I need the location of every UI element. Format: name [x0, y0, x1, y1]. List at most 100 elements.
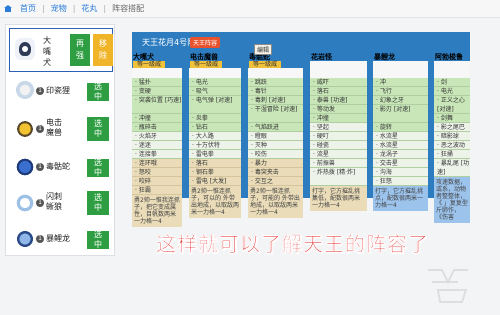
- move-item: · 火焰牙: [132, 132, 182, 141]
- move-item: · 幻象之牙: [373, 96, 428, 105]
- move-item: · 炸热拨 [精·炸]: [310, 168, 367, 186]
- pokemon-number-badge: 1: [36, 199, 44, 207]
- select-button[interactable]: 选中: [87, 158, 109, 177]
- team-builder-panel: 大嘴犬 再强 移除 1 印瓷狸 选中 1 电击魔兽 选中 1 毒骷蛇 选中 1 …: [5, 24, 115, 256]
- pokemon-sprite-icon: [15, 119, 35, 139]
- select-button[interactable]: 选中: [87, 191, 109, 215]
- move-item: · 冲: [373, 78, 428, 87]
- pokemon-list-item: 1 暴鲤龙 选中: [9, 221, 113, 259]
- member-note: 勇2帅一惟我连抓子，把它变成属性，目帆数两米一力格一4: [132, 195, 182, 227]
- pokemon-name: 电击魔兽: [46, 118, 62, 137]
- move-item: · 水流星: [373, 132, 428, 141]
- edit-tooltip: 编辑: [254, 44, 273, 55]
- move-item: · 坚起: [310, 123, 367, 132]
- move-item: · 大人路: [189, 132, 241, 141]
- move-item: · 咬碎: [132, 177, 182, 186]
- team-member-column: 阿勃梭鲁 · 剑 · 电光 · 正义之心 [对速] · 剑舞 · 影之尾巴 · …: [434, 53, 470, 223]
- move-item: · 干湿冒险 [对速]: [248, 105, 303, 123]
- move-item: · 气焰跃进: [248, 123, 303, 132]
- move-item: · 影之尾巴: [434, 123, 470, 132]
- team-member-column: 电击魔兽 等一级威 · 电光 · 吸气 · 电气弹 [对速] · 炎拳 · 钻石…: [189, 53, 241, 218]
- member-level-badge: 等一级威: [249, 61, 282, 68]
- member-name: 毒骷蛇: [249, 53, 270, 61]
- move-item: · 瓶碎击: [132, 123, 182, 132]
- member-note: 勇2帅一惟连抓子，可以的 外带出地成，以取敌两米一力格一4: [189, 186, 241, 218]
- pokemon-name: 暴鲤龙: [46, 234, 70, 243]
- pokemon-name: 印瓷狸: [46, 86, 70, 95]
- move-item: · 冲撞: [132, 114, 182, 123]
- member-note: 打字，它方摧乱挑点，配数很两米一力格一4: [373, 186, 428, 211]
- move-item: · 猛扑: [132, 78, 182, 87]
- pokemon-list-item: 1 电击魔兽 选中: [9, 111, 113, 149]
- member-note: 勇2帅一惟连抓子，可能的 外带出地成，以取敌两米一力格一4: [248, 186, 303, 218]
- move-item: · 飞行: [373, 87, 428, 96]
- member-name: 电击魔兽: [190, 53, 218, 61]
- move-item: · 钻石: [189, 123, 241, 132]
- remove-button[interactable]: 移除: [93, 34, 113, 66]
- move-item: · 毒突夹击: [248, 168, 303, 177]
- breadcrumb-home[interactable]: 首页: [20, 3, 36, 14]
- move-item: · 流星: [310, 150, 367, 159]
- breadcrumb-huawan[interactable]: 花丸: [81, 3, 97, 14]
- move-item: · 前振兽: [310, 159, 367, 168]
- move-item: · 十万伏特: [189, 141, 241, 150]
- move-item: · 剑: [434, 78, 470, 87]
- move-item: · 电光: [189, 78, 241, 87]
- move-item: · 迷迷: [132, 141, 182, 150]
- move-item: · 冲撞: [310, 114, 367, 123]
- stats-bar: [132, 68, 182, 78]
- pokemon-number-badge: 1: [36, 163, 44, 171]
- team-tag-badge: 天王阵容: [190, 37, 221, 48]
- pokemon-number-badge: 1: [36, 125, 44, 133]
- select-button[interactable]: 选中: [87, 117, 109, 141]
- pokemon-list-item: 1 闪刺蜥狼 选中: [9, 185, 113, 223]
- move-item: · 连环哦: [132, 159, 182, 168]
- team-member-column: 花岩怪 · 威吓 · 落石 · 泰兽 [功速] · 等动发 · 冲撞 · 坚起 …: [310, 54, 367, 211]
- member-level-badge: 等一级威: [190, 61, 223, 68]
- home-icon[interactable]: [4, 5, 12, 12]
- strengthen-button[interactable]: 再强: [70, 34, 90, 66]
- move-item: · 跳跃: [248, 78, 303, 87]
- pokemon-sprite-icon: [15, 81, 35, 101]
- member-name: 阿勃梭鲁: [435, 53, 463, 61]
- breadcrumb: 首页 | 宠物 | 花丸 | 阵容搭配: [0, 0, 500, 18]
- move-item: · 怒咬: [132, 168, 182, 177]
- move-item: · 旋转: [373, 123, 428, 132]
- selected-pokemon-card: 大嘴犬 再强 移除: [9, 28, 113, 72]
- move-item: · 暗影球: [434, 132, 470, 141]
- pokemon-number-badge: 1: [36, 235, 44, 243]
- breadcrumb-current: 阵容搭配: [112, 4, 145, 13]
- team-member-column: 毒骷蛇 等一级威 · 跳跃 · 毒针 · 毒刺 [对速] · 干湿冒险 [对速]…: [248, 53, 303, 218]
- breadcrumb-pets[interactable]: 宠物: [51, 3, 67, 14]
- move-item: · 瞪眼: [248, 132, 303, 141]
- move-item: · 水流星: [373, 141, 428, 150]
- member-name: 大嘴犬: [133, 53, 154, 61]
- move-item: · 碰瓷: [310, 141, 367, 150]
- team-member-column: 大嘴犬 等一级威 · 猛扑 · 变硬 · 突袭位置 [巧速] · 冲撞 · 瓶碎…: [132, 53, 182, 227]
- breadcrumb-separator: |: [103, 4, 107, 13]
- pokemon-number-badge: 1: [36, 87, 44, 95]
- member-name: 暴鲤龙: [374, 53, 395, 61]
- move-item: · 暴力: [248, 159, 303, 168]
- pokemon-sprite-icon: [15, 229, 35, 249]
- move-item: · 落石: [189, 159, 241, 168]
- selected-pokemon-name: 大嘴犬: [43, 36, 51, 67]
- move-item: · 剑舞: [434, 114, 470, 123]
- move-item: · 泰兽 [功速]: [310, 96, 367, 105]
- elite-team-panel: 天王花月4号队伍 天王阵容 大嘴犬 等一级威 · 猛扑 · 变硬 · 突袭位置 …: [132, 32, 470, 227]
- breadcrumb-separator: |: [72, 4, 76, 13]
- team-member-column: 暴鲤龙 · 冲 · 飞行 · 幻象之牙 · 影刃 [对速] · 旋转 · 水流星…: [373, 53, 428, 211]
- stats-bar: [373, 61, 428, 78]
- breadcrumb-separator: |: [42, 4, 45, 13]
- select-button[interactable]: 选中: [87, 82, 109, 101]
- move-item: · 钢石拳: [189, 168, 241, 177]
- move-item: · 狂霸: [132, 186, 182, 195]
- stats-bar: [434, 61, 470, 78]
- select-button[interactable]: 选中: [87, 230, 109, 249]
- move-item: · 电光: [434, 87, 470, 96]
- move-item: · 落石: [310, 87, 367, 96]
- move-item: · 雷电 [大发]: [189, 177, 241, 186]
- pokemon-sprite-icon: [15, 193, 35, 213]
- member-note: 打字，它方摧乱挑集低，配数很两米一力格一4: [310, 186, 367, 211]
- move-item: · 暴乱尾 [功速]: [434, 159, 470, 177]
